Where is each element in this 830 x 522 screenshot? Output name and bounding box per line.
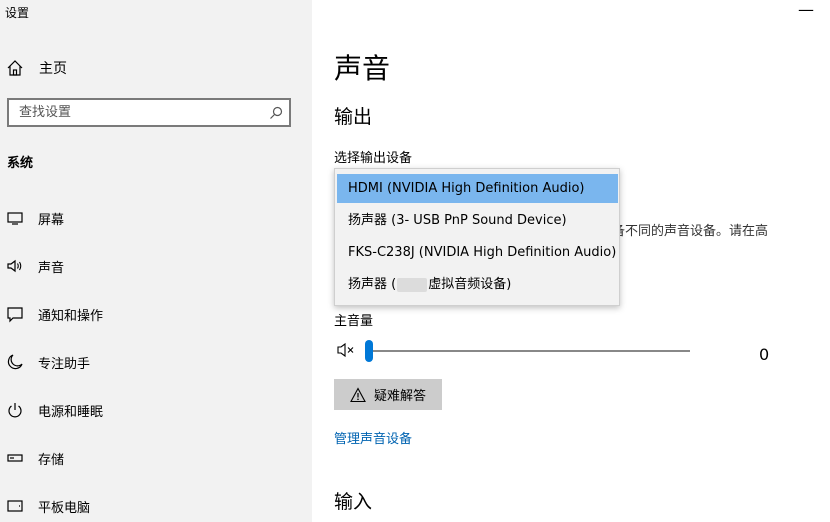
close-button[interactable]: —: [798, 0, 814, 19]
dropdown-option[interactable]: FKS-C238J (NVIDIA High Definition Audio): [337, 238, 618, 267]
volume-slider-track[interactable]: [365, 350, 690, 352]
speaker-icon: [6, 257, 24, 275]
sidebar-item-label: 声音: [38, 260, 65, 276]
master-volume-label: 主音量: [334, 314, 374, 329]
sidebar-item-label: 存储: [38, 452, 65, 468]
redacted-text: [397, 277, 428, 292]
home-icon: [6, 59, 24, 77]
app-title: 设置: [5, 6, 30, 20]
manage-sound-devices-link[interactable]: 管理声音设备: [334, 428, 412, 447]
storage-icon: [6, 449, 24, 467]
sidebar-item-label: 电源和睡眠: [38, 404, 104, 420]
section-heading-system: 系统: [7, 156, 34, 171]
sidebar-item-focus-assist[interactable]: 专注助手: [6, 351, 90, 373]
dropdown-option[interactable]: HDMI (NVIDIA High Definition Audio): [337, 174, 618, 203]
warning-icon: [350, 386, 366, 403]
volume-slider-thumb[interactable]: [365, 340, 373, 362]
sidebar-item-label: 屏幕: [38, 212, 65, 228]
output-device-dropdown[interactable]: HDMI (NVIDIA High Definition Audio) 扬声器 …: [334, 168, 620, 306]
sidebar-item-sound[interactable]: 声音: [6, 255, 64, 277]
search-box[interactable]: [7, 98, 291, 127]
monitor-icon: [6, 209, 24, 227]
sidebar: 设置 主页 系统 屏幕 声音 通知和操作 专注助手: [0, 0, 312, 522]
option-label-prefix: 扬声器 (: [348, 277, 397, 292]
dropdown-option[interactable]: 扬声器 ( 虚拟音频设备): [337, 270, 618, 299]
dropdown-option[interactable]: 扬声器 (3- USB PnP Sound Device): [337, 206, 618, 235]
sidebar-item-tablet[interactable]: 平板电脑: [6, 495, 90, 517]
moon-icon: [6, 353, 24, 371]
sidebar-item-label: 通知和操作: [38, 308, 104, 324]
sidebar-item-storage[interactable]: 存储: [6, 447, 64, 469]
option-label-suffix: 虚拟音频设备): [428, 277, 512, 292]
output-heading: 输出: [334, 106, 373, 128]
search-icon[interactable]: [269, 105, 283, 119]
main-content: — 声音 输出 选择输出设备 备不同的声音设备。请在高 HDMI (NVIDIA…: [312, 0, 830, 522]
sidebar-item-label: 主页: [39, 61, 67, 77]
sidebar-item-label: 平板电脑: [38, 500, 91, 516]
select-output-label: 选择输出设备: [334, 151, 413, 166]
troubleshoot-label: 疑难解答: [373, 389, 426, 404]
sidebar-item-display[interactable]: 屏幕: [6, 207, 64, 229]
sidebar-item-power[interactable]: 电源和睡眠: [6, 399, 103, 421]
input-heading: 输入: [334, 491, 373, 513]
notification-icon: [6, 305, 24, 323]
sidebar-item-home[interactable]: 主页: [6, 57, 67, 79]
search-input[interactable]: [9, 100, 279, 125]
troubleshoot-button[interactable]: 疑难解答: [334, 379, 442, 410]
volume-value: 0: [759, 345, 770, 364]
power-icon: [6, 401, 24, 419]
sidebar-item-notifications[interactable]: 通知和操作: [6, 303, 103, 325]
tablet-icon: [6, 497, 24, 515]
sidebar-item-label: 专注助手: [38, 356, 91, 372]
volume-mute-icon[interactable]: [337, 342, 357, 358]
output-description: 备不同的声音设备。请在高: [612, 224, 769, 239]
page-title: 声音: [334, 52, 391, 85]
